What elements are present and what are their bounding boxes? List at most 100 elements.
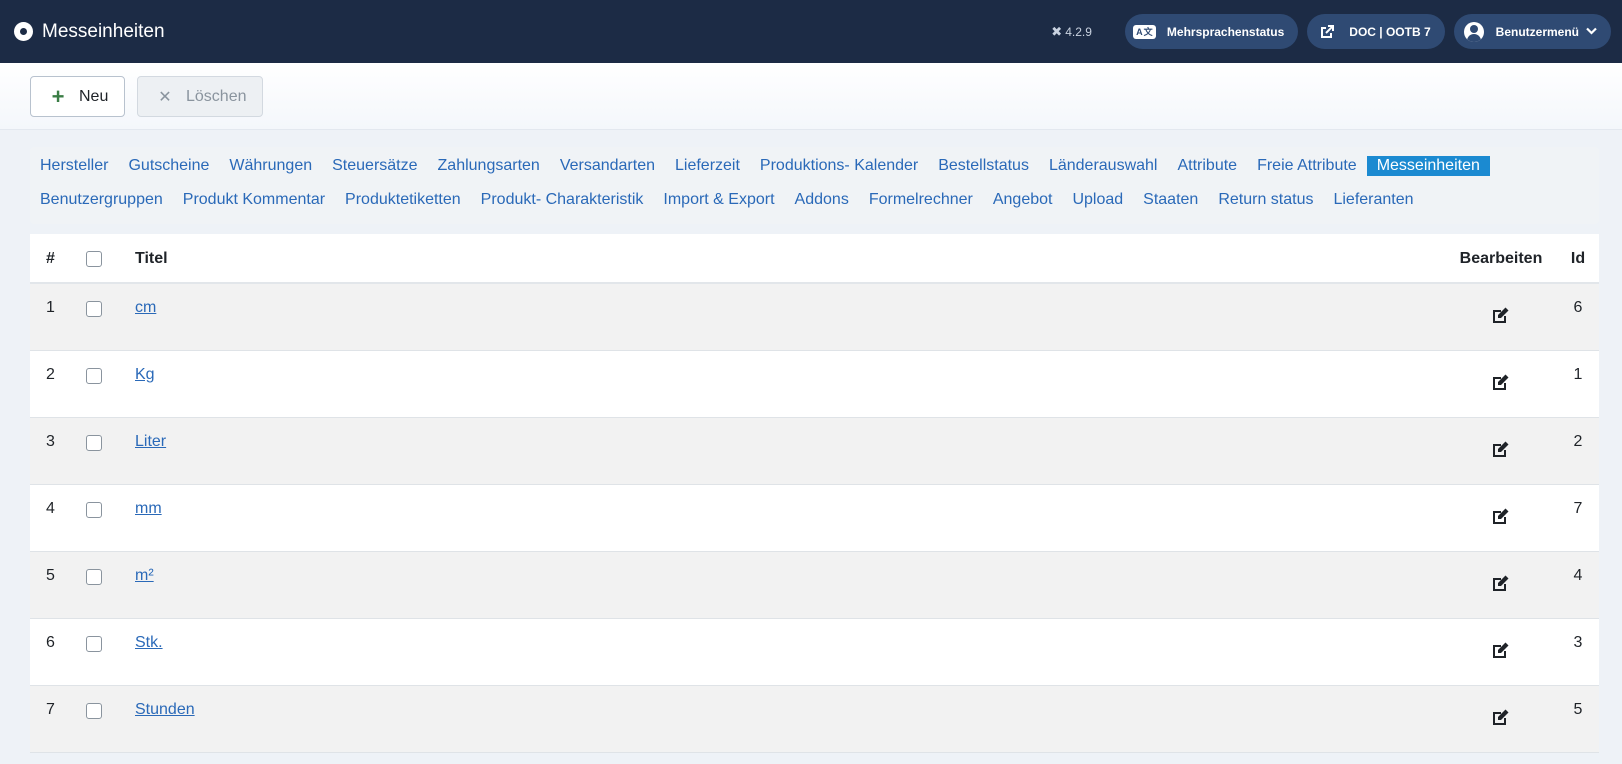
edit-icon [1491, 306, 1511, 329]
delete-button[interactable]: ✕ Löschen [137, 76, 263, 117]
edit-button[interactable] [1456, 373, 1546, 396]
edit-button[interactable] [1456, 641, 1546, 664]
row-checkbox[interactable] [86, 569, 102, 585]
submenu-item[interactable]: Versandarten [550, 156, 665, 176]
submenu-item[interactable]: Formelrechner [859, 190, 983, 210]
edit-icon [1491, 440, 1511, 463]
table-row: 5 m² 4 [30, 552, 1599, 619]
row-title-cell: Liter [135, 433, 166, 451]
row-number: 5 [46, 567, 55, 584]
row-id: 5 [1573, 701, 1583, 718]
new-button-label: Neu [79, 87, 109, 105]
user-menu-button[interactable]: Benutzermenü [1453, 14, 1611, 49]
row-title-link[interactable]: Stk. [135, 634, 163, 651]
multilanguage-status-button[interactable]: A文 Mehrsprachenstatus [1124, 14, 1299, 49]
page-title: Messeinheiten [42, 20, 165, 42]
language-icon: A文 [1133, 22, 1157, 42]
brand: Messeinheiten [14, 21, 165, 43]
row-number: 6 [46, 634, 55, 651]
units-table: # Titel Bearbeiten Id 1 cm 6 2 Kg 1 3 Liter 2 4 mm… [30, 234, 1599, 753]
row-checkbox[interactable] [86, 301, 102, 317]
edit-button[interactable] [1456, 574, 1546, 597]
component-icon [14, 22, 33, 41]
table-header: # Titel Bearbeiten Id [30, 234, 1599, 284]
submenu-item[interactable]: Gutscheine [118, 156, 219, 176]
submenu-item[interactable]: Lieferzeit [665, 156, 750, 176]
row-title-link[interactable]: Liter [135, 433, 166, 450]
edit-button[interactable] [1456, 306, 1546, 329]
user-icon [1462, 21, 1486, 42]
submenu-item[interactable]: Return status [1208, 190, 1323, 210]
edit-icon [1491, 641, 1511, 664]
edit-icon [1491, 373, 1511, 396]
column-header-id[interactable]: Id [1568, 250, 1588, 268]
column-header-title[interactable]: Titel [135, 250, 168, 268]
submenu-item[interactable]: Benutzergruppen [30, 190, 173, 210]
column-header-edit: Bearbeiten [1459, 250, 1543, 267]
submenu-item[interactable]: Produktions- Kalender [750, 156, 928, 176]
submenu-item[interactable]: Attribute [1167, 156, 1247, 176]
row-number: 1 [46, 299, 55, 316]
edit-button[interactable] [1456, 440, 1546, 463]
table-row: 1 cm 6 [30, 284, 1599, 351]
row-checkbox[interactable] [86, 636, 102, 652]
header-actions: ✖ 4.2.9 A文 Mehrsprachenstatus DOC | OOTB… [1051, 14, 1611, 49]
row-title-cell: Stk. [135, 634, 163, 652]
row-id: 3 [1573, 634, 1583, 651]
submenu-item[interactable]: Import & Export [653, 190, 784, 210]
submenu-item[interactable]: Hersteller [30, 156, 118, 176]
edit-button[interactable] [1456, 507, 1546, 530]
row-title-cell: cm [135, 299, 156, 317]
table-row: 4 mm 7 [30, 485, 1599, 552]
submenu-item[interactable]: Lieferanten [1323, 190, 1423, 210]
user-menu-label: Benutzermenü [1495, 24, 1579, 39]
submenu-item[interactable]: Produktetiketten [335, 190, 471, 210]
row-checkbox[interactable] [86, 435, 102, 451]
row-checkbox[interactable] [86, 502, 102, 518]
row-checkbox[interactable] [86, 368, 102, 384]
submenu-row: Hersteller Gutscheine Währungen Steuersätze… [30, 155, 1490, 177]
row-number: 3 [46, 433, 55, 450]
external-link-icon [1315, 22, 1339, 42]
submenu-item[interactable]: Zahlungsarten [428, 156, 550, 176]
submenu-item[interactable]: Steuersätze [322, 156, 427, 176]
row-number: 2 [46, 366, 55, 383]
row-title-cell: m² [135, 567, 154, 585]
top-header: Messeinheiten ✖ 4.2.9 A文 Mehrsprachensta… [0, 0, 1622, 63]
row-id: 1 [1573, 366, 1583, 383]
row-title-cell: Stunden [135, 701, 195, 719]
row-number: 7 [46, 701, 55, 718]
row-title-link[interactable]: cm [135, 299, 156, 316]
submenu-item[interactable]: Bestellstatus [928, 156, 1039, 176]
submenu-item[interactable]: Produkt- Charakteristik [471, 190, 654, 210]
delete-button-label: Löschen [186, 87, 247, 105]
edit-icon [1491, 708, 1511, 731]
row-id: 4 [1573, 567, 1583, 584]
submenu-item[interactable]: Währungen [219, 156, 322, 176]
row-title-link[interactable]: Stunden [135, 701, 195, 718]
submenu-item[interactable]: Freie Attribute [1247, 156, 1367, 176]
site-link-label: DOC | OOTB 7 [1349, 24, 1431, 39]
submenu-item[interactable]: Produkt Kommentar [173, 190, 335, 210]
select-all-checkbox[interactable] [86, 251, 102, 267]
row-id: 6 [1573, 299, 1583, 316]
row-title-link[interactable]: Kg [135, 366, 155, 383]
row-checkbox[interactable] [86, 703, 102, 719]
site-link-button[interactable]: DOC | OOTB 7 [1307, 14, 1445, 49]
submenu-item[interactable]: Angebot [983, 190, 1063, 210]
toolbar: + Neu ✕ Löschen [0, 63, 1622, 130]
submenu-item[interactable]: Staaten [1133, 190, 1208, 210]
submenu-item[interactable]: Messeinheiten [1366, 156, 1490, 176]
new-button[interactable]: + Neu [30, 76, 125, 117]
row-title-link[interactable]: m² [135, 567, 154, 584]
edit-button[interactable] [1456, 708, 1546, 731]
joomla-icon: ✖ [1051, 23, 1063, 39]
submenu: Hersteller Gutscheine Währungen Steuersätze… [30, 147, 1599, 224]
row-title-link[interactable]: mm [135, 500, 162, 517]
submenu-item[interactable]: Upload [1062, 190, 1133, 210]
row-id: 7 [1573, 500, 1583, 517]
version-label: 4.2.9 [1065, 24, 1092, 39]
row-number: 4 [46, 500, 55, 517]
submenu-item[interactable]: Länderauswahl [1039, 156, 1168, 176]
submenu-item[interactable]: Addons [785, 190, 859, 210]
